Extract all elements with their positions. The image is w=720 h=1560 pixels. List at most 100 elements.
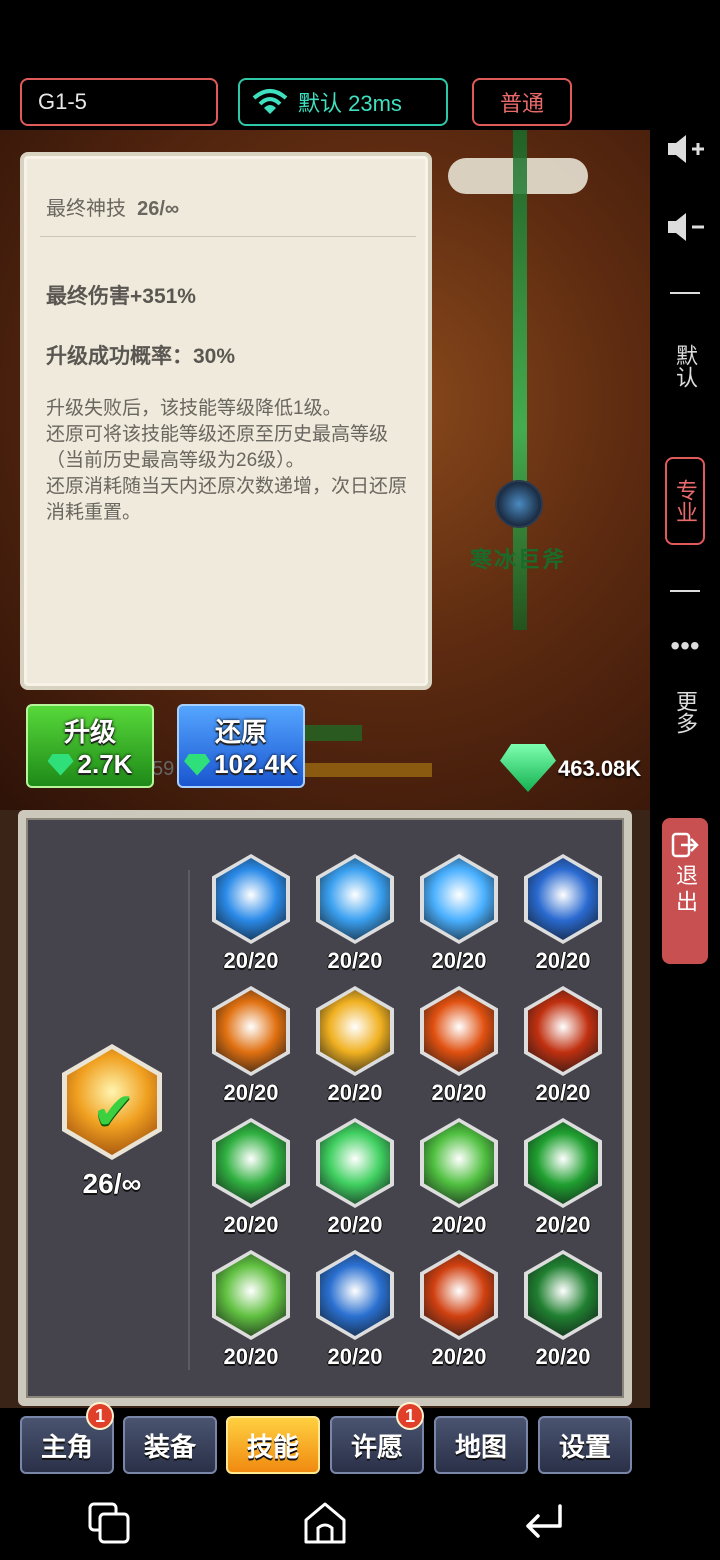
tab-wish[interactable]: 许愿 1 bbox=[330, 1402, 424, 1474]
stage-indicator[interactable]: G1-5 bbox=[20, 78, 218, 126]
tab-equipment[interactable]: 装备 bbox=[123, 1416, 217, 1474]
skill-level-label: 20/20 bbox=[223, 1344, 279, 1369]
top-status-bar: G1-5 默认 23ms 普通 bbox=[0, 0, 720, 130]
gem-icon bbox=[184, 753, 211, 776]
upgrade-label: 升级 bbox=[63, 717, 116, 747]
skill-level-label: 20/20 bbox=[327, 1212, 383, 1237]
selected-skill-level: 26/∞ bbox=[82, 1168, 142, 1199]
tab-map[interactable]: 地图 bbox=[434, 1416, 528, 1474]
skill-tooltip: 最终神技 26/∞ 最终伤害+351% 升级成功概率：30% 升级失败后，该技能… bbox=[20, 152, 432, 690]
system-nav-bar bbox=[0, 1480, 720, 1560]
tab-label: 装备 bbox=[143, 1431, 196, 1462]
skill-level-label: 20/20 bbox=[431, 948, 487, 973]
fire-blast-icon[interactable] bbox=[420, 986, 498, 1076]
upgrade-cost-value: 2.7K bbox=[77, 749, 133, 779]
skill-level-label: 20/20 bbox=[223, 1212, 279, 1237]
tab-label: 许愿 bbox=[350, 1431, 403, 1462]
check-icon: ✔ bbox=[92, 1083, 136, 1141]
skill-level-label: 20/20 bbox=[327, 1080, 383, 1105]
tab-hero[interactable]: 主角 1 bbox=[20, 1402, 114, 1474]
ice-burst-icon[interactable] bbox=[212, 854, 290, 944]
ice-wave-icon[interactable] bbox=[420, 854, 498, 944]
pro-button[interactable]: 专业 bbox=[665, 457, 705, 545]
volume-up-icon[interactable] bbox=[664, 132, 706, 166]
restore-cost-value: 102.4K bbox=[214, 749, 298, 779]
upgrade-button[interactable]: 升级 2.7K bbox=[26, 704, 154, 788]
heal-heart-icon[interactable] bbox=[212, 1250, 290, 1340]
wind-arrow-icon[interactable] bbox=[212, 1118, 290, 1208]
skill-level-label: 20/20 bbox=[431, 1080, 487, 1105]
desc-line: 还原消耗随当天内还原次数递增，次日还原消耗重置。 bbox=[46, 476, 408, 523]
divider bbox=[40, 236, 416, 237]
tab-skills[interactable]: 技能 bbox=[226, 1416, 320, 1474]
pentagram-icon[interactable] bbox=[524, 1118, 602, 1208]
tab-label: 主角 bbox=[40, 1431, 93, 1462]
tab-label: 技能 bbox=[246, 1431, 299, 1462]
notification-badge: 1 bbox=[86, 1402, 114, 1430]
network-button[interactable]: 默认 23ms bbox=[238, 78, 448, 126]
inferno-icon[interactable] bbox=[420, 1250, 498, 1340]
mode-label: 普通 bbox=[499, 91, 544, 116]
fire-ring-icon[interactable] bbox=[524, 986, 602, 1076]
ice-shard-icon[interactable] bbox=[524, 854, 602, 944]
more-dots-icon[interactable]: ••• bbox=[650, 630, 720, 662]
partial-number: 59 bbox=[152, 758, 175, 780]
skill-level: 26/∞ bbox=[137, 198, 180, 220]
fire-orb-icon[interactable] bbox=[316, 986, 394, 1076]
skill-level-label: 20/20 bbox=[535, 1080, 591, 1105]
network-label: 默认 23ms bbox=[298, 91, 402, 116]
desc-line: 升级失败后，该技能等级降低1级。 bbox=[46, 398, 342, 419]
skill-level-label: 20/20 bbox=[431, 1344, 487, 1369]
more-button[interactable]: 更多 bbox=[670, 690, 700, 734]
default-button[interactable]: 默认 bbox=[670, 344, 700, 388]
skill-description: 升级失败后，该技能等级降低1级。 还原可将该技能等级还原至历史最高等级（当前历史… bbox=[46, 396, 416, 526]
thorn-vine-icon[interactable] bbox=[524, 1250, 602, 1340]
skill-effect: 最终伤害+351% bbox=[46, 285, 196, 308]
water-swirl-icon[interactable] bbox=[316, 1250, 394, 1340]
notification-badge: 1 bbox=[396, 1402, 424, 1430]
skill-level-label: 20/20 bbox=[327, 1344, 383, 1369]
exit-button[interactable]: 退出 bbox=[662, 818, 708, 964]
skill-name: 最终神技 bbox=[46, 198, 126, 220]
restore-cost: 102.4K bbox=[184, 749, 298, 780]
wind-vortex-icon[interactable] bbox=[420, 1118, 498, 1208]
skill-level-label: 20/20 bbox=[223, 1080, 279, 1105]
skill-level-label: 20/20 bbox=[535, 948, 591, 973]
tab-settings[interactable]: 设置 bbox=[538, 1416, 632, 1474]
selected-skill-icon[interactable]: ✔ bbox=[62, 1044, 162, 1160]
upgrade-cost: 2.7K bbox=[47, 749, 133, 780]
skill-level-label: 20/20 bbox=[223, 948, 279, 973]
gem-count: 463.08K bbox=[558, 756, 642, 781]
home-icon[interactable] bbox=[302, 1500, 348, 1546]
tooltip-title: 最终神技 26/∞ bbox=[46, 192, 179, 221]
skill-level-label: 20/20 bbox=[535, 1212, 591, 1237]
panel-separator bbox=[188, 870, 190, 1370]
enemy-sprite bbox=[495, 480, 543, 528]
gem-icon bbox=[47, 753, 74, 776]
minimize-icon-2[interactable] bbox=[670, 590, 700, 592]
tab-label: 设置 bbox=[558, 1431, 611, 1462]
skill-level-label: 20/20 bbox=[535, 1344, 591, 1369]
back-icon[interactable] bbox=[520, 1500, 566, 1546]
restore-label: 还原 bbox=[214, 717, 267, 747]
fire-pillar-icon[interactable] bbox=[212, 986, 290, 1076]
exp-bar bbox=[300, 763, 432, 777]
volume-down-icon[interactable] bbox=[664, 210, 706, 244]
desc-line: 还原可将该技能等级还原至历史最高等级（当前历史最高等级为26级）。 bbox=[46, 424, 389, 471]
exit-label: 退出 bbox=[673, 864, 698, 916]
skill-level-label: 20/20 bbox=[327, 948, 383, 973]
bottom-tabs: 主角 1 装备 技能 许愿 1 地图 设置 bbox=[0, 1402, 650, 1480]
ice-tornado-icon[interactable] bbox=[316, 854, 394, 944]
tab-label: 地图 bbox=[454, 1431, 507, 1462]
stage-label: G1-5 bbox=[38, 89, 87, 114]
success-rate: 升级成功概率：30% bbox=[46, 345, 236, 368]
lightning-green-icon[interactable] bbox=[316, 1118, 394, 1208]
skill-level-label: 20/20 bbox=[431, 1212, 487, 1237]
mode-button[interactable]: 普通 bbox=[472, 78, 572, 126]
recents-icon[interactable] bbox=[86, 1500, 132, 1546]
enemy-name: 寒冰巨斧 bbox=[470, 547, 567, 572]
side-panel: 默认 专业 ••• 更多 退出 bbox=[650, 130, 720, 1480]
restore-button[interactable]: 还原 102.4K bbox=[177, 704, 305, 788]
minimize-icon[interactable] bbox=[670, 292, 700, 294]
wifi-icon bbox=[252, 89, 288, 114]
